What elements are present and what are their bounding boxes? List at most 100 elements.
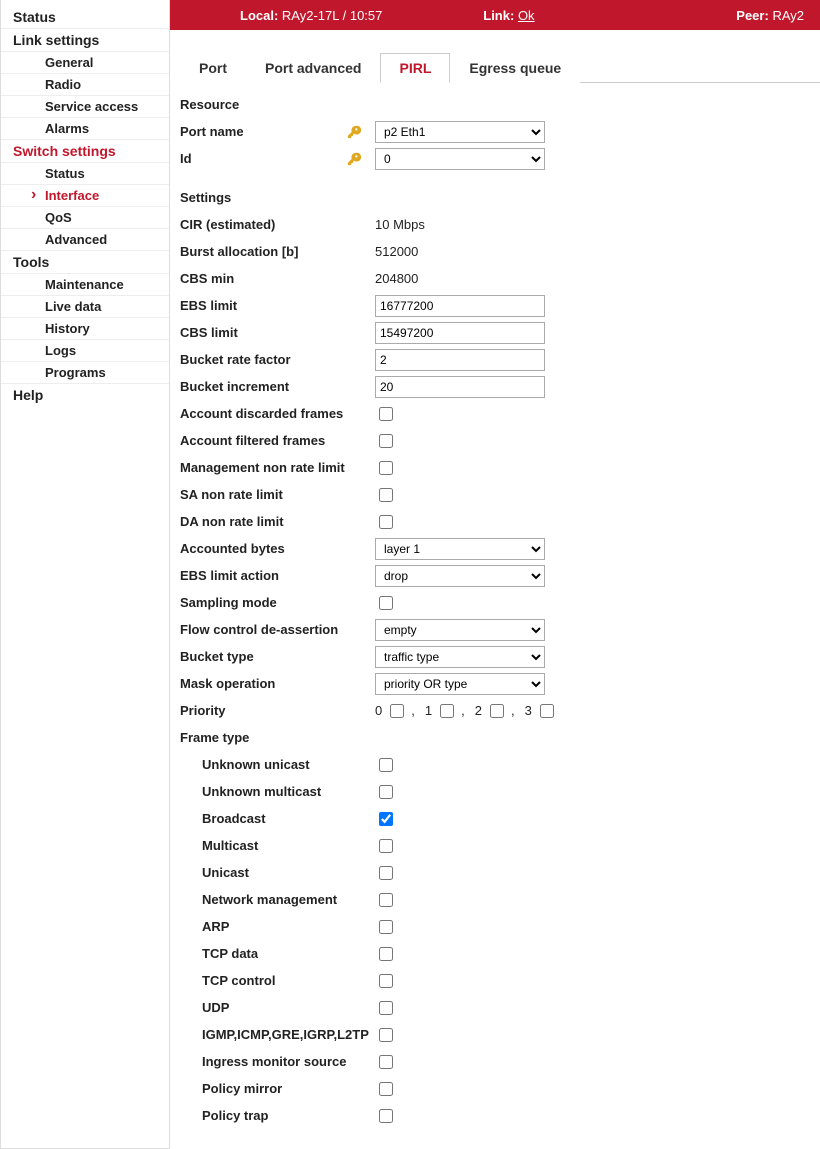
sampling-checkbox[interactable] [379,596,393,610]
topbar-local-label: Local: [240,8,278,23]
ebs-limit-label: EBS limit [180,298,237,313]
frame-type-checkbox[interactable] [379,1001,393,1015]
nav-group[interactable]: Link settings [1,28,169,51]
frame-type-label: TCP data [202,946,258,961]
frame-type-label: ARP [202,919,229,934]
topbar-peer-value: RAy2 [772,8,804,23]
danrl-label: DA non rate limit [180,514,284,529]
frame-type-label: UDP [202,1000,229,1015]
nav-group[interactable]: Switch settings [1,139,169,162]
ebs-action-select[interactable]: drop [375,565,545,587]
nav-item[interactable]: QoS [1,206,169,228]
tab[interactable]: Port [180,53,246,83]
priority-number: 2 [475,703,482,718]
cir-label: CIR (estimated) [180,217,275,232]
ebs-limit-input[interactable] [375,295,545,317]
nav-item[interactable]: Live data [1,295,169,317]
nav-group[interactable]: Status [1,6,169,28]
frame-type-label: Frame type [180,730,249,745]
tab[interactable]: Egress queue [450,53,580,83]
frame-type-checkbox[interactable] [379,866,393,880]
tab[interactable]: PIRL [380,53,450,83]
frame-type-checkbox[interactable] [379,893,393,907]
frame-type-checkbox[interactable] [379,1109,393,1123]
bucket-type-select[interactable]: traffic type [375,646,545,668]
frame-type-label: Policy trap [202,1108,268,1123]
nav-item[interactable]: Maintenance [1,273,169,295]
topbar: Local: RAy2-17L / 10:57 Link: Ok Peer: R… [170,0,820,30]
priority-item: 2 , [475,701,515,721]
frame-type-checkbox[interactable] [379,839,393,853]
bi-label: Bucket increment [180,379,289,394]
mnrl-checkbox[interactable] [379,461,393,475]
frame-type-checkbox[interactable] [379,758,393,772]
priority-number: 0 [375,703,382,718]
id-label: Id [180,151,192,166]
sanrl-checkbox[interactable] [379,488,393,502]
frame-type-checkbox[interactable] [379,974,393,988]
frame-type-checkbox[interactable] [379,812,393,826]
priority-checkbox[interactable] [540,704,554,718]
frame-type-checkbox[interactable] [379,1055,393,1069]
nav-item[interactable]: Alarms [1,117,169,139]
burst-label: Burst allocation [b] [180,244,298,259]
priority-checkbox[interactable] [390,704,404,718]
fcda-select[interactable]: empty [375,619,545,641]
tab[interactable]: Port advanced [246,53,380,83]
frame-type-checkbox[interactable] [379,947,393,961]
frame-type-label: Unicast [202,865,249,880]
danrl-checkbox[interactable] [379,515,393,529]
aff-checkbox[interactable] [379,434,393,448]
nav-item[interactable]: Status [1,162,169,184]
adf-checkbox[interactable] [379,407,393,421]
frame-type-checkbox[interactable] [379,920,393,934]
ebs-action-label: EBS limit action [180,568,279,583]
frame-type-label: Network management [202,892,337,907]
frame-type-checkbox[interactable] [379,785,393,799]
topbar-link-value[interactable]: Ok [518,8,535,23]
section-settings: Settings [180,190,810,205]
nav-item[interactable]: History [1,317,169,339]
key-icon [347,125,361,139]
mask-op-select[interactable]: priority OR type [375,673,545,695]
priority-checkbox[interactable] [490,704,504,718]
acc-bytes-select[interactable]: layer 1 [375,538,545,560]
nav-item[interactable]: Interface [1,184,169,206]
nav-item[interactable]: Service access [1,95,169,117]
priority-checkbox[interactable] [440,704,454,718]
topbar-local-value: RAy2-17L / 10:57 [282,8,382,23]
priority-number: 3 [525,703,532,718]
fcda-label: Flow control de-assertion [180,622,338,637]
cbs-limit-label: CBS limit [180,325,238,340]
sampling-label: Sampling mode [180,595,277,610]
frame-type-checkbox[interactable] [379,1028,393,1042]
port-name-select[interactable]: p2 Eth1 [375,121,545,143]
nav-item[interactable]: Programs [1,361,169,383]
frame-type-label: Multicast [202,838,258,853]
brf-input[interactable] [375,349,545,371]
nav-group[interactable]: Help [1,383,169,406]
id-select[interactable]: 0 [375,148,545,170]
priority-item: 3 [525,701,557,721]
priority-item: 1 , [425,701,465,721]
topbar-peer-label: Peer: [736,8,769,23]
nav-item[interactable]: Radio [1,73,169,95]
cbs-limit-input[interactable] [375,322,545,344]
frame-type-label: Ingress monitor source [202,1054,346,1069]
cir-value: 10 Mbps [375,217,425,232]
bi-input[interactable] [375,376,545,398]
acc-bytes-label: Accounted bytes [180,541,285,556]
frame-type-label: Unknown multicast [202,784,321,799]
tabs: PortPort advancedPIRLEgress queue [180,52,820,83]
topbar-link-label: Link: [483,8,514,23]
nav-group[interactable]: Tools [1,250,169,273]
mask-op-label: Mask operation [180,676,275,691]
nav-item[interactable]: General [1,51,169,73]
sanrl-label: SA non rate limit [180,487,283,502]
frame-type-label: Broadcast [202,811,266,826]
frame-type-checkbox[interactable] [379,1082,393,1096]
nav-item[interactable]: Logs [1,339,169,361]
nav-item[interactable]: Advanced [1,228,169,250]
sidebar: StatusLink settingsGeneralRadioService a… [0,0,170,1149]
priority-item: 0 , [375,701,415,721]
